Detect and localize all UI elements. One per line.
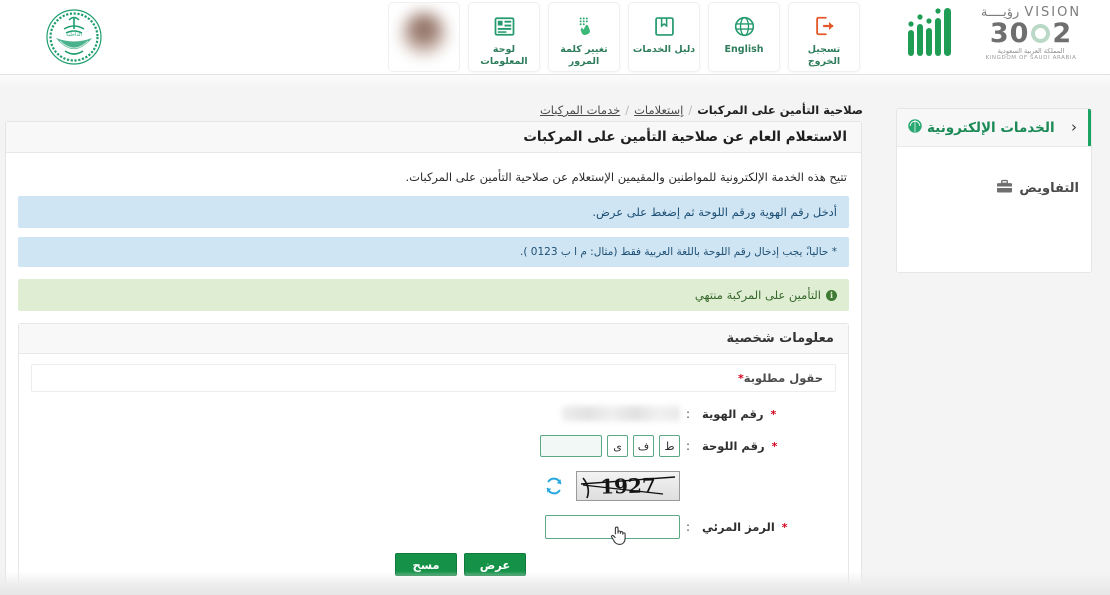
personal-info-panel: معلومات شخصية حقول مطلوبة * * رقم الهوية [18,323,849,591]
plate-number-label: * رقم اللوحة [696,439,836,453]
form-buttons: عرض مسح [31,553,836,576]
logout-icon [813,11,835,41]
info-icon: i [826,289,837,301]
nav-tile-change-password-label: تغيير كلمة المرور [560,44,608,67]
breadcrumb-item-current: صلاحية التأمين على المركبات [697,103,863,117]
vision-number-left: 2 [1052,17,1073,49]
plate-letter-2[interactable]: ف [633,435,654,457]
avatar-image-redacted [401,11,447,58]
main-content-area: صلاحية التأمين على المركبات / إستعلامات … [0,75,885,595]
service-card: الاستعلام العام عن صلاحية التأمين على ال… [5,121,862,595]
breadcrumb-separator: / [688,103,693,117]
id-number-value-redacted [562,406,680,421]
dashboard-icon [493,11,516,41]
book-icon [653,11,676,41]
visual-code-colon: : [685,520,691,534]
submit-button[interactable]: عرض [464,553,526,576]
page-body: ‹ الخدمات الإلكترونية التفاويض صلاحية ال… [0,75,1110,595]
visual-code-label: * الرمز المرئي [696,520,836,534]
vision-number-right: 30 [989,17,1030,49]
sidebar-title: الخدمات الإلكترونية [927,119,1055,136]
id-number-required-star: * [770,407,777,421]
nav-tile-language[interactable]: English [708,2,780,72]
id-number-label-text: رقم الهوية [702,406,764,421]
header-nav-tiles: تسجيل الخروج English دليل الخدمات تغيير … [388,2,860,72]
alert-insurance-status: i التأمين على المركبة منتهي [18,279,849,311]
refresh-icon[interactable] [544,476,564,496]
breadcrumb: صلاحية التأمين على المركبات / إستعلامات … [540,103,863,117]
visual-code-input[interactable] [545,515,680,545]
required-asterisk: * [737,371,744,385]
form-row-plate-number: * رقم اللوحة : ط ف ى [31,435,836,457]
form-row-id-number: * رقم الهوية : [31,406,836,421]
alert-arabic-plate-note: * حاليا،ً يجب إدخال رقم اللوحة باللغة ال… [18,237,849,267]
nav-tile-change-password[interactable]: تغيير كلمة المرور [548,2,620,72]
alert-insurance-status-text: التأمين على المركبة منتهي [694,288,821,302]
sidebar-back-chevron-icon[interactable]: ‹ [1067,118,1081,137]
page-title: الاستعلام العام عن صلاحية التأمين على ال… [523,129,847,145]
captcha-image: 1927 [576,471,680,501]
nav-tile-services-guide-label: دليل الخدمات [632,44,696,55]
vision-subtitle-en: KINGDOM OF SAUDI ARABIA [985,55,1077,62]
nav-tile-language-label: English [724,44,764,55]
nav-tile-dashboard-label: لوحة المعلومات [480,44,528,67]
svg-text:الداخلية: الداخلية [66,32,82,38]
service-card-body: تتيح هذه الخدمة الإلكترونية للمواطنين وا… [6,153,861,591]
captcha-row: 1927 [31,471,836,501]
keypad-hand-icon [573,11,596,41]
clear-button[interactable]: مسح [395,553,457,576]
personal-info-title: معلومات شخصية [726,331,834,346]
form-row-visual-code: * الرمز المرئي : [31,515,836,545]
nav-tile-logout[interactable]: تسجيل الخروج [788,2,860,72]
ministry-of-interior-emblem-icon: الداخلية [44,7,104,67]
plate-number-label-text: رقم اللوحة [702,439,765,453]
plate-number-colon: : [685,439,691,453]
visual-code-label-text: الرمز المرئي [702,520,775,534]
id-number-colon: : [685,406,691,421]
nav-tile-dashboard[interactable]: لوحة المعلومات [468,2,540,72]
user-avatar[interactable] [388,2,460,72]
plate-digits-input[interactable] [540,435,602,457]
eservices-icon [907,118,923,138]
briefcase-icon [996,179,1013,198]
globe-icon [733,11,756,41]
service-description: تتيح هذه الخدمة الإلكترونية للمواطنين وا… [405,170,847,184]
absher-logo-icon [906,4,960,62]
required-fields-note: حقول مطلوبة * [31,364,836,392]
personal-info-panel-header: معلومات شخصية [19,324,848,354]
nav-tile-logout-label: تسجيل الخروج [807,44,841,67]
service-card-header: الاستعلام العام عن صلاحية التأمين على ال… [6,122,861,153]
sidebar-item-delegations[interactable]: التفاويض [897,173,1091,204]
alert-instructions: أدخل رقم الهوية ورقم اللوحة ثم إضغط على … [18,196,849,228]
mouse-pointer-hand-icon [610,525,628,551]
vision-emblem-zero-icon [1031,23,1051,43]
breadcrumb-item-inquiries[interactable]: إستعلامات [634,103,683,117]
required-fields-label: حقول مطلوبة [743,371,823,385]
plate-letter-1[interactable]: ط [659,435,680,457]
sidebar: ‹ الخدمات الإلكترونية التفاويض [896,108,1092,273]
personal-info-panel-body: حقول مطلوبة * * رقم الهوية : * رقم اللوح… [19,354,848,590]
captcha-text: 1927 [599,473,657,499]
nav-tile-services-guide[interactable]: دليل الخدمات [628,2,700,72]
vision-2030-logo: VISION رؤيــــة 2 30 المملكة العربية الس… [972,5,1090,62]
top-header-bar: الداخلية تسجيل الخروج English دليل الخدم… [0,0,1110,75]
brand-logos: VISION رؤيــــة 2 30 المملكة العربية الس… [906,4,1090,62]
breadcrumb-separator-2: / [625,103,630,117]
sidebar-items: التفاويض [897,147,1091,272]
id-number-label: * رقم الهوية [696,407,836,421]
plate-number-required-star: * [771,440,778,453]
sidebar-header: ‹ الخدمات الإلكترونية [897,109,1091,147]
breadcrumb-item-vehicle-services[interactable]: خدمات المركبات [540,103,620,117]
plate-letter-3[interactable]: ى [607,435,628,457]
sidebar-item-delegations-label: التفاويض [1019,181,1079,196]
visual-code-required-star: * [781,521,788,534]
